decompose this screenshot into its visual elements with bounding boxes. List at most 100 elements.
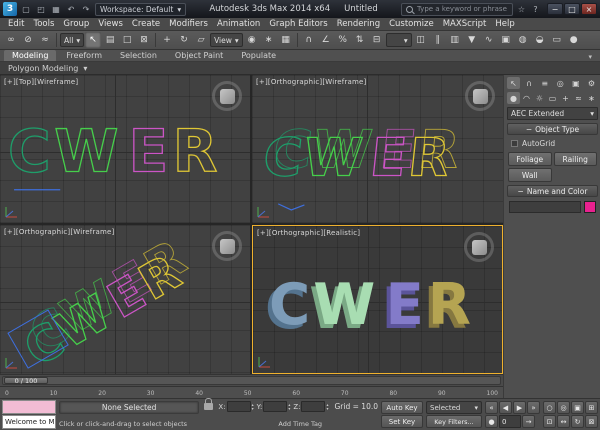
- scene-letter[interactable]: W: [54, 117, 120, 186]
- zoom-all-button[interactable]: ◎: [557, 401, 570, 414]
- menu-rendering[interactable]: Rendering: [337, 19, 380, 29]
- select-and-link-button[interactable]: ∞: [3, 32, 19, 48]
- viewcube[interactable]: [212, 231, 242, 261]
- ribbon-minimize-button[interactable]: ▾: [584, 53, 596, 61]
- select-and-scale-button[interactable]: ▱: [193, 32, 209, 48]
- viewcube[interactable]: [465, 81, 495, 111]
- select-object-button[interactable]: ↖: [85, 32, 102, 48]
- x-spinner[interactable]: ▴ ▾: [252, 403, 254, 410]
- search-input[interactable]: Type a keyword or phrase: [401, 2, 513, 16]
- selection-filter-dropdown[interactable]: All ▾: [60, 33, 85, 47]
- scene-letter[interactable]: R: [405, 127, 453, 189]
- listener-field[interactable]: Welcome to M: [2, 415, 56, 429]
- redo-button[interactable]: ↷: [80, 3, 92, 15]
- bind-to-space-warp-button[interactable]: ≈: [37, 32, 53, 48]
- utilities-tab-icon[interactable]: ⚙: [585, 77, 598, 89]
- modify-tab-icon[interactable]: ∩: [523, 77, 536, 89]
- tab-object-paint[interactable]: Object Paint: [167, 50, 231, 61]
- viewport-top[interactable]: [+][Top][Wireframe] C W E R: [0, 75, 250, 223]
- play-button[interactable]: ▶: [513, 401, 526, 414]
- next-frame-button[interactable]: →: [522, 415, 535, 428]
- shapes-icon[interactable]: ◠: [520, 92, 533, 104]
- open-file-button[interactable]: ◰: [35, 3, 47, 15]
- key-mode-toggle-button[interactable]: ●: [485, 415, 498, 428]
- polygon-modeling-panel-button[interactable]: Polygon Modeling: [8, 64, 78, 73]
- menu-tools[interactable]: Tools: [33, 19, 54, 29]
- tab-selection[interactable]: Selection: [112, 50, 165, 61]
- y-spinner[interactable]: ▴ ▾: [288, 403, 290, 410]
- material-editor-button[interactable]: ◍: [515, 32, 531, 48]
- name-and-color-rollout[interactable]: − Name and Color: [507, 185, 598, 197]
- menu-customize[interactable]: Customize: [389, 19, 434, 29]
- undo-button[interactable]: ↶: [65, 3, 77, 15]
- menu-group[interactable]: Group: [63, 19, 89, 29]
- extra-object-wire[interactable]: [277, 203, 305, 211]
- menu-modifiers[interactable]: Modifiers: [169, 19, 208, 29]
- snap-toggle-button[interactable]: ∩: [301, 32, 317, 48]
- auto-key-button[interactable]: Auto Key: [381, 401, 423, 414]
- zoom-region-button[interactable]: ⊡: [543, 415, 556, 428]
- scene-letter[interactable]: E: [367, 127, 411, 189]
- tab-freeform[interactable]: Freeform: [58, 50, 110, 61]
- orbit-button[interactable]: ↻: [571, 415, 584, 428]
- object-type-rollout[interactable]: − Object Type: [507, 123, 598, 135]
- menu-edit[interactable]: Edit: [8, 19, 24, 29]
- go-to-end-button[interactable]: »: [527, 401, 540, 414]
- minimize-button[interactable]: −: [547, 3, 563, 15]
- menu-maxscript[interactable]: MAXScript: [443, 19, 487, 29]
- scene-letter[interactable]: E: [128, 117, 169, 186]
- display-tab-icon[interactable]: ▣: [569, 77, 582, 89]
- object-name-field[interactable]: [509, 201, 581, 213]
- systems-icon[interactable]: ∗: [585, 92, 598, 104]
- viewport-label[interactable]: [+][Top][Wireframe]: [4, 78, 78, 86]
- help-icon[interactable]: ?: [530, 5, 541, 14]
- x-input[interactable]: [226, 401, 251, 412]
- tab-populate[interactable]: Populate: [233, 50, 284, 61]
- time-slider-handle[interactable]: 0 / 100: [4, 377, 48, 385]
- scene-letter[interactable]: R: [428, 272, 471, 339]
- reference-coordinate-dropdown[interactable]: View ▾: [210, 33, 243, 47]
- scene-letter[interactable]: W: [313, 272, 375, 339]
- menu-graph-editors[interactable]: Graph Editors: [269, 19, 327, 29]
- hierarchy-tab-icon[interactable]: ≡: [538, 77, 551, 89]
- time-slider-track[interactable]: 0 / 100: [2, 376, 501, 385]
- select-and-move-button[interactable]: +: [159, 32, 175, 48]
- maximize-button[interactable]: □: [564, 3, 580, 15]
- tab-modeling[interactable]: Modeling: [4, 50, 57, 61]
- mirror-button[interactable]: ◫: [413, 32, 429, 48]
- viewcube[interactable]: [464, 232, 494, 262]
- space-warps-icon[interactable]: ≈: [572, 92, 585, 104]
- y-input[interactable]: [263, 401, 288, 412]
- macro-recorder-field[interactable]: [2, 400, 56, 414]
- favorites-icon[interactable]: ☆: [516, 5, 527, 14]
- z-spinner[interactable]: ▴ ▾: [326, 403, 328, 410]
- selection-region-button[interactable]: □: [119, 32, 135, 48]
- z-input[interactable]: [301, 401, 326, 412]
- helpers-icon[interactable]: +: [559, 92, 572, 104]
- percent-snap-button[interactable]: %: [335, 32, 351, 48]
- menu-views[interactable]: Views: [98, 19, 123, 29]
- track-bar[interactable]: 0 10 20 30 40 50 60 70 80 90 100: [0, 386, 503, 398]
- select-and-manipulate-button[interactable]: ∗: [261, 32, 277, 48]
- zoom-button[interactable]: ○: [543, 401, 556, 414]
- create-tab-icon[interactable]: ↖: [507, 77, 520, 89]
- curve-editor-button[interactable]: ∿: [481, 32, 497, 48]
- viewport-label[interactable]: [+][Orthographic][Wireframe]: [256, 78, 367, 86]
- named-sets-dropdown[interactable]: ▾: [385, 33, 412, 47]
- menu-animation[interactable]: Animation: [217, 19, 260, 29]
- zoom-extents-all-button[interactable]: ⊞: [585, 401, 598, 414]
- render-setup-button[interactable]: ◒: [532, 32, 548, 48]
- spinner-snap-button[interactable]: ⇅: [352, 32, 368, 48]
- set-key-button[interactable]: Set Key: [381, 415, 423, 428]
- category-dropdown[interactable]: AEC Extended ▾: [507, 107, 598, 120]
- scene-letter[interactable]: C: [260, 127, 306, 189]
- align-button[interactable]: ∥: [430, 32, 446, 48]
- viewport-orthographic-2[interactable]: [+][Orthographic][Wireframe] C W E R C W…: [0, 225, 250, 374]
- window-crossing-button[interactable]: ⊠: [136, 32, 152, 48]
- 3dsmax-logo[interactable]: 3: [3, 2, 17, 16]
- rendered-frame-window-button[interactable]: ▭: [549, 32, 565, 48]
- menu-create[interactable]: Create: [132, 19, 160, 29]
- wall-button[interactable]: Wall: [508, 168, 552, 182]
- layer-manager-button[interactable]: ▥: [447, 32, 463, 48]
- use-pivot-center-button[interactable]: ◉: [244, 32, 260, 48]
